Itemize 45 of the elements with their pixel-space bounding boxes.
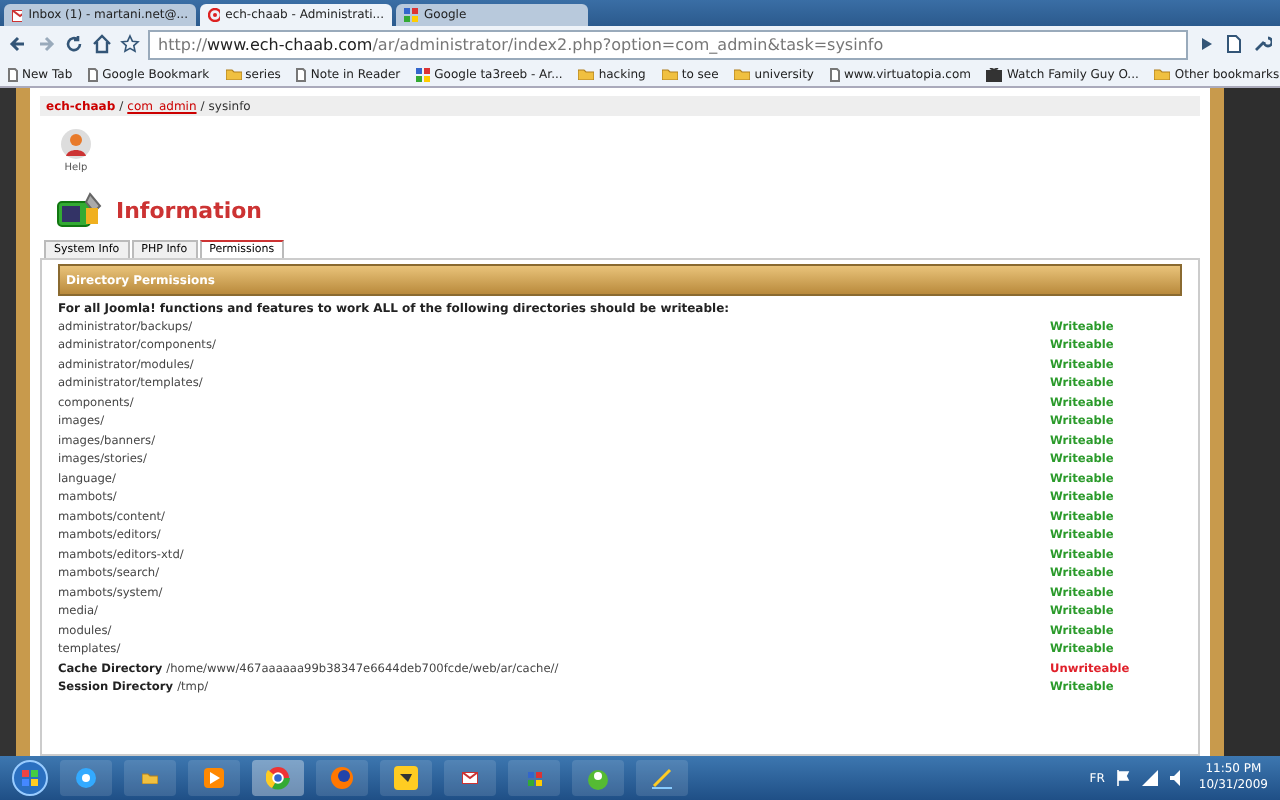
page-icon[interactable] bbox=[1224, 34, 1244, 54]
target-icon bbox=[208, 8, 220, 22]
folder-icon bbox=[1154, 68, 1171, 80]
reload-icon[interactable] bbox=[64, 34, 84, 54]
e-logo-icon bbox=[74, 766, 98, 790]
tv-icon bbox=[986, 67, 1003, 81]
melon-icon bbox=[586, 766, 610, 790]
taskbar-app[interactable] bbox=[444, 760, 496, 796]
home-icon[interactable] bbox=[92, 34, 112, 54]
scrollbar[interactable] bbox=[1224, 88, 1280, 756]
taskbar-app[interactable] bbox=[60, 760, 112, 796]
grid-icon bbox=[527, 771, 541, 785]
page-icon bbox=[8, 67, 18, 81]
folder-icon bbox=[142, 772, 158, 784]
globe-icon bbox=[330, 766, 354, 790]
taskbar-app[interactable] bbox=[188, 760, 240, 796]
wrench-icon[interactable] bbox=[1252, 34, 1272, 54]
back-icon[interactable] bbox=[8, 34, 28, 54]
person-icon bbox=[60, 128, 92, 160]
taskbar-app[interactable] bbox=[636, 760, 688, 796]
play-icon[interactable] bbox=[1196, 34, 1216, 54]
folder-icon bbox=[225, 68, 242, 80]
page-icon bbox=[88, 67, 99, 81]
taskbar-app[interactable] bbox=[572, 760, 624, 796]
browser-logo-icon bbox=[266, 766, 290, 790]
envelope-icon bbox=[462, 772, 478, 784]
taskbar-app[interactable] bbox=[252, 760, 304, 796]
page-heading: Information bbox=[116, 197, 262, 223]
taskbar-app[interactable] bbox=[380, 760, 432, 796]
bird-icon bbox=[394, 766, 418, 790]
page-icon bbox=[296, 67, 307, 81]
envelope-icon bbox=[12, 9, 23, 21]
start-button[interactable] bbox=[12, 760, 48, 796]
play-icon bbox=[204, 768, 224, 788]
page-icon bbox=[829, 67, 840, 81]
signal-icon[interactable] bbox=[1142, 770, 1159, 786]
grid-icon bbox=[416, 67, 431, 81]
star-icon[interactable] bbox=[120, 34, 140, 54]
pen-icon bbox=[650, 766, 674, 790]
grid-icon bbox=[404, 8, 418, 22]
folder-icon bbox=[661, 68, 678, 80]
folder-icon bbox=[578, 68, 595, 80]
flag-icon[interactable] bbox=[1116, 770, 1131, 786]
address-field[interactable]: http://www.ech-chaab.com/ar/administrator/index2.php?option=com_admin&task=sysinfo bbox=[148, 29, 1188, 59]
folder-icon bbox=[734, 68, 751, 80]
